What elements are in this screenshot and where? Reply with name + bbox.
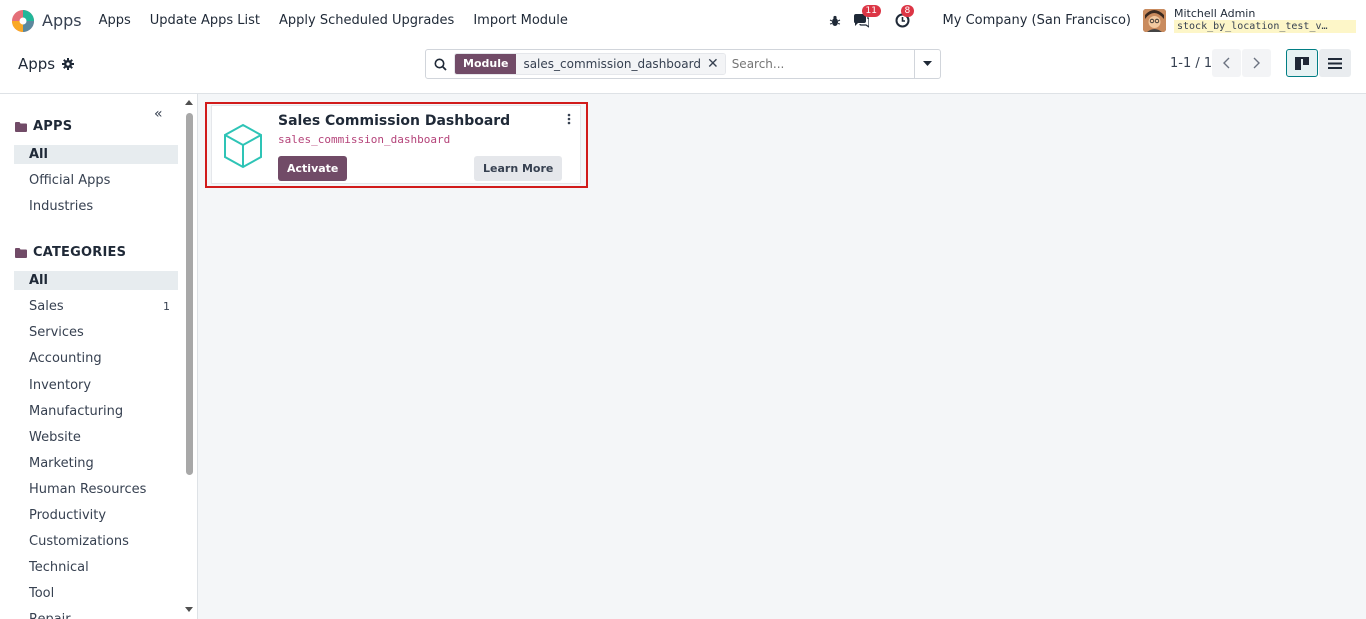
collapse-panel-icon[interactable]: « (154, 106, 163, 122)
scroll-down-icon[interactable] (184, 606, 194, 614)
pager-value[interactable]: 1-1 / 1 (1170, 56, 1212, 71)
kebab-menu-icon[interactable] (564, 112, 574, 126)
scrollbar-thumb[interactable] (186, 113, 193, 475)
list-icon (1328, 57, 1342, 69)
search-icon (426, 58, 454, 71)
breadcrumb: Apps (18, 55, 75, 73)
activities-badge: 8 (900, 4, 915, 17)
module-card[interactable]: Sales Commission Dashboard sales_commiss… (211, 105, 581, 184)
menu-update-apps-list[interactable]: Update Apps List (150, 13, 260, 28)
category-label: Sales (29, 299, 64, 314)
menu-import-module[interactable]: Import Module (473, 13, 568, 28)
facet-value: sales_commission_dashboard (516, 54, 707, 74)
debug-icon[interactable] (825, 11, 845, 31)
search-facet: Module sales_commission_dashboard ✕ (454, 53, 726, 75)
apps-section-title: APPS (15, 119, 72, 134)
search-bar: Module sales_commission_dashboard ✕ (425, 49, 941, 79)
page-title: Apps (18, 55, 56, 73)
control-panel: Apps Module sales_commission_dashboard ✕… (0, 41, 1366, 94)
messages-badge: 11 (861, 4, 881, 17)
sidebar-scrollbar[interactable] (184, 98, 194, 614)
category-manufacturing[interactable]: Manufacturing (14, 402, 178, 421)
search-input[interactable] (731, 57, 932, 71)
category-marketing[interactable]: Marketing (14, 454, 178, 473)
chevron-right-icon (1253, 57, 1260, 69)
user-name: Mitchell Admin (1174, 7, 1256, 20)
toggle-search-panel-button[interactable] (914, 50, 940, 78)
pager-previous-button[interactable] (1212, 49, 1241, 77)
systray: 11 8 My Company (San Francisco) Mitchell… (825, 0, 1366, 41)
folder-icon (15, 247, 27, 258)
search-panel: « APPS All Official Apps Industries CATE… (0, 94, 198, 619)
categories-section-title: CATEGORIES (15, 245, 126, 260)
module-title: Sales Commission Dashboard (278, 113, 511, 129)
database-name: stock_by_location_test_v… (1174, 20, 1356, 33)
category-repair[interactable]: Repair (14, 610, 178, 619)
kanban-icon (1295, 56, 1309, 70)
top-navbar: Apps Apps Update Apps List Apply Schedul… (0, 0, 1366, 41)
category-accounting[interactable]: Accounting (14, 349, 178, 368)
category-services[interactable]: Services (14, 323, 178, 342)
learn-more-button[interactable]: Learn More (474, 156, 563, 181)
remove-facet-icon[interactable]: ✕ (706, 54, 725, 74)
odoo-logo-icon (12, 9, 34, 32)
activities-icon[interactable]: 8 (893, 4, 915, 31)
scroll-up-icon[interactable] (184, 98, 194, 106)
kanban-view-button[interactable] (1286, 49, 1318, 77)
activate-button[interactable]: Activate (278, 156, 348, 181)
category-inventory[interactable]: Inventory (14, 376, 178, 395)
category-all[interactable]: All (14, 271, 178, 290)
app-name: Apps (42, 11, 82, 30)
pager-next-button[interactable] (1242, 49, 1271, 77)
folder-icon (15, 121, 27, 132)
apps-filter-all[interactable]: All (14, 145, 178, 164)
category-website[interactable]: Website (14, 428, 178, 447)
category-count: 1 (163, 300, 170, 313)
avatar (1143, 9, 1166, 32)
caret-down-icon (923, 61, 932, 66)
kanban-view: Sales Commission Dashboard sales_commiss… (198, 94, 1366, 619)
app-switcher[interactable]: Apps (11, 9, 82, 33)
chevron-left-icon (1223, 57, 1230, 69)
menu-apps[interactable]: Apps (99, 13, 131, 28)
user-menu[interactable]: Mitchell Admin stock_by_location_test_v… (1143, 8, 1356, 33)
category-tool[interactable]: Tool (14, 584, 178, 603)
module-technical-name: sales_commission_dashboard (278, 133, 451, 146)
apps-filter-official-apps[interactable]: Official Apps (14, 171, 178, 190)
category-human-resources[interactable]: Human Resources (14, 480, 178, 499)
module-cube-icon (224, 123, 262, 169)
gear-icon[interactable] (62, 58, 75, 70)
company-switcher[interactable]: My Company (San Francisco) (943, 13, 1131, 28)
category-customizations[interactable]: Customizations (14, 532, 178, 551)
category-productivity[interactable]: Productivity (14, 506, 178, 525)
menu-apply-scheduled-upgrades[interactable]: Apply Scheduled Upgrades (279, 13, 454, 28)
category-technical[interactable]: Technical (14, 558, 178, 577)
category-sales[interactable]: Sales 1 (14, 297, 178, 316)
facet-label: Module (455, 54, 517, 74)
messages-icon[interactable]: 11 (851, 4, 881, 31)
main-menu: Apps Update Apps List Apply Scheduled Up… (99, 13, 587, 28)
apps-filter-industries[interactable]: Industries (14, 197, 178, 216)
list-view-button[interactable] (1319, 49, 1351, 77)
